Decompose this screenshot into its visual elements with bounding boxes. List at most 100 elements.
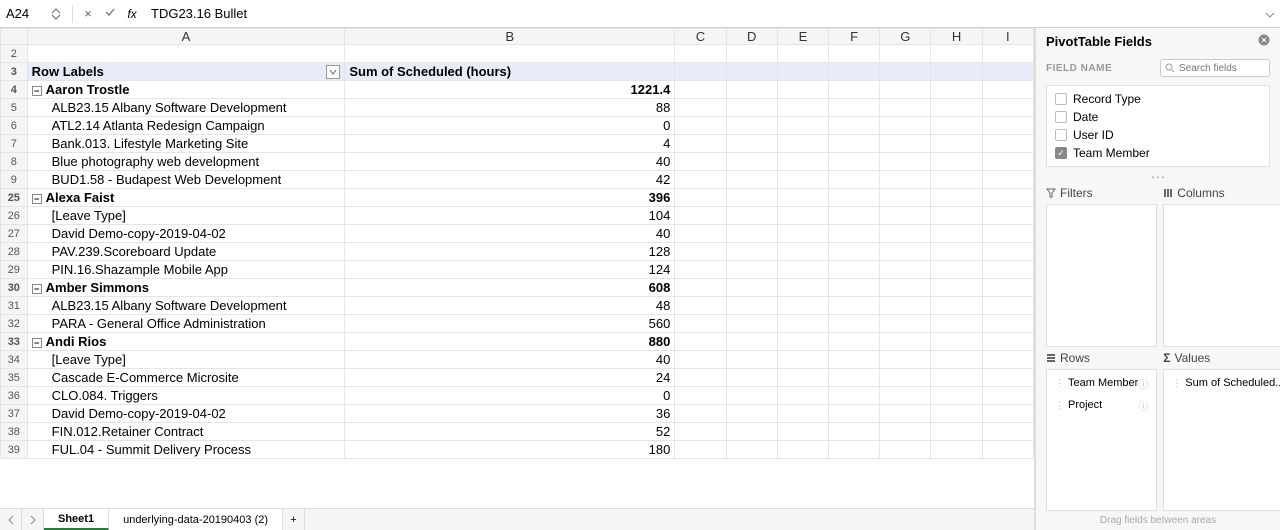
collapse-toggle[interactable]: − [32, 194, 42, 204]
add-sheet-button[interactable]: + [283, 509, 305, 530]
cell[interactable] [880, 441, 931, 459]
collapse-toggle[interactable]: − [32, 338, 42, 348]
cell[interactable]: 608 [345, 279, 675, 297]
cell[interactable] [675, 189, 726, 207]
cell[interactable]: 0 [345, 387, 675, 405]
cell[interactable] [777, 225, 828, 243]
cell[interactable] [829, 45, 880, 63]
cell[interactable]: 1221.4 [345, 81, 675, 99]
cell[interactable] [726, 99, 777, 117]
cell[interactable]: 0 [345, 117, 675, 135]
cell[interactable] [880, 351, 931, 369]
field-checkbox[interactable] [1055, 129, 1067, 141]
row-header[interactable]: 5 [1, 99, 28, 117]
cell[interactable] [675, 63, 726, 81]
cell[interactable]: ATL2.14 Atlanta Redesign Campaign [27, 117, 345, 135]
cell[interactable] [777, 99, 828, 117]
cell[interactable]: ALB23.15 Albany Software Development [27, 99, 345, 117]
row-header[interactable]: 28 [1, 243, 28, 261]
cell[interactable] [675, 369, 726, 387]
cell[interactable] [880, 261, 931, 279]
cell[interactable] [675, 423, 726, 441]
area-pill[interactable]: ⋮Sum of Scheduled...ⓘ [1168, 374, 1280, 393]
panel-close-button[interactable] [1258, 34, 1270, 49]
cell[interactable] [675, 81, 726, 99]
pivot-filter-dropdown[interactable] [326, 65, 340, 79]
cancel-formula-button[interactable]: × [77, 6, 99, 21]
cell[interactable] [777, 423, 828, 441]
field-checkbox[interactable] [1055, 147, 1067, 159]
cell[interactable] [726, 405, 777, 423]
cell[interactable] [829, 369, 880, 387]
row-header[interactable]: 35 [1, 369, 28, 387]
cell[interactable] [931, 45, 982, 63]
column-header[interactable]: G [880, 29, 931, 45]
field-checkbox[interactable] [1055, 111, 1067, 123]
cell[interactable] [880, 81, 931, 99]
cell[interactable]: 42 [345, 171, 675, 189]
cell[interactable] [982, 333, 1033, 351]
row-header[interactable]: 8 [1, 153, 28, 171]
cell[interactable] [777, 315, 828, 333]
cell[interactable]: 40 [345, 153, 675, 171]
cell[interactable]: 880 [345, 333, 675, 351]
cell[interactable] [880, 387, 931, 405]
cell[interactable] [726, 369, 777, 387]
cell[interactable] [880, 315, 931, 333]
cell[interactable] [931, 369, 982, 387]
row-header[interactable]: 26 [1, 207, 28, 225]
cell[interactable]: Bank.013. Lifestyle Marketing Site [27, 135, 345, 153]
cell[interactable] [829, 297, 880, 315]
tab-nav-prev[interactable] [0, 509, 22, 530]
cell[interactable] [982, 99, 1033, 117]
field-item[interactable]: Team Member [1049, 144, 1267, 162]
cell[interactable] [982, 441, 1033, 459]
column-header[interactable]: E [777, 29, 828, 45]
cell[interactable] [675, 297, 726, 315]
cell[interactable] [675, 153, 726, 171]
cell[interactable] [345, 45, 675, 63]
cell[interactable]: 180 [345, 441, 675, 459]
cell[interactable] [982, 189, 1033, 207]
cell[interactable] [880, 171, 931, 189]
cell[interactable]: 24 [345, 369, 675, 387]
cell[interactable] [829, 81, 880, 99]
cell[interactable] [675, 261, 726, 279]
rows-dropzone[interactable]: ⋮Team Memberⓘ⋮Projectⓘ [1046, 369, 1157, 512]
cell[interactable] [982, 315, 1033, 333]
panel-resize-handle[interactable]: • • • [1036, 171, 1280, 184]
cell[interactable] [829, 441, 880, 459]
cell[interactable]: PIN.16.Shazample Mobile App [27, 261, 345, 279]
cell[interactable] [829, 243, 880, 261]
cell[interactable]: Blue photography web development [27, 153, 345, 171]
cell[interactable] [880, 225, 931, 243]
cell[interactable]: 396 [345, 189, 675, 207]
column-header[interactable]: A [27, 29, 345, 45]
cell[interactable]: −Aaron Trostle [27, 81, 345, 99]
cell[interactable] [675, 45, 726, 63]
cell[interactable] [931, 243, 982, 261]
cell[interactable] [880, 207, 931, 225]
cell[interactable] [829, 99, 880, 117]
select-all-corner[interactable] [1, 29, 28, 45]
columns-dropzone[interactable] [1163, 204, 1280, 347]
cell[interactable]: BUD1.58 - Budapest Web Development [27, 171, 345, 189]
cell[interactable] [777, 189, 828, 207]
cell[interactable] [675, 99, 726, 117]
cell[interactable] [777, 261, 828, 279]
cell[interactable] [982, 207, 1033, 225]
cell[interactable] [880, 117, 931, 135]
sheet-tab-sheet1[interactable]: Sheet1 [44, 509, 109, 530]
cell[interactable]: Sum of Scheduled (hours) [345, 63, 675, 81]
cell[interactable] [726, 189, 777, 207]
cell[interactable] [726, 153, 777, 171]
cell[interactable] [726, 45, 777, 63]
cell[interactable] [726, 441, 777, 459]
cell[interactable] [982, 243, 1033, 261]
cell[interactable]: [Leave Type] [27, 207, 345, 225]
confirm-formula-button[interactable] [99, 6, 121, 21]
cell[interactable] [880, 297, 931, 315]
cell[interactable] [726, 261, 777, 279]
area-pill[interactable]: ⋮Team Memberⓘ [1051, 374, 1152, 393]
cell[interactable] [777, 279, 828, 297]
